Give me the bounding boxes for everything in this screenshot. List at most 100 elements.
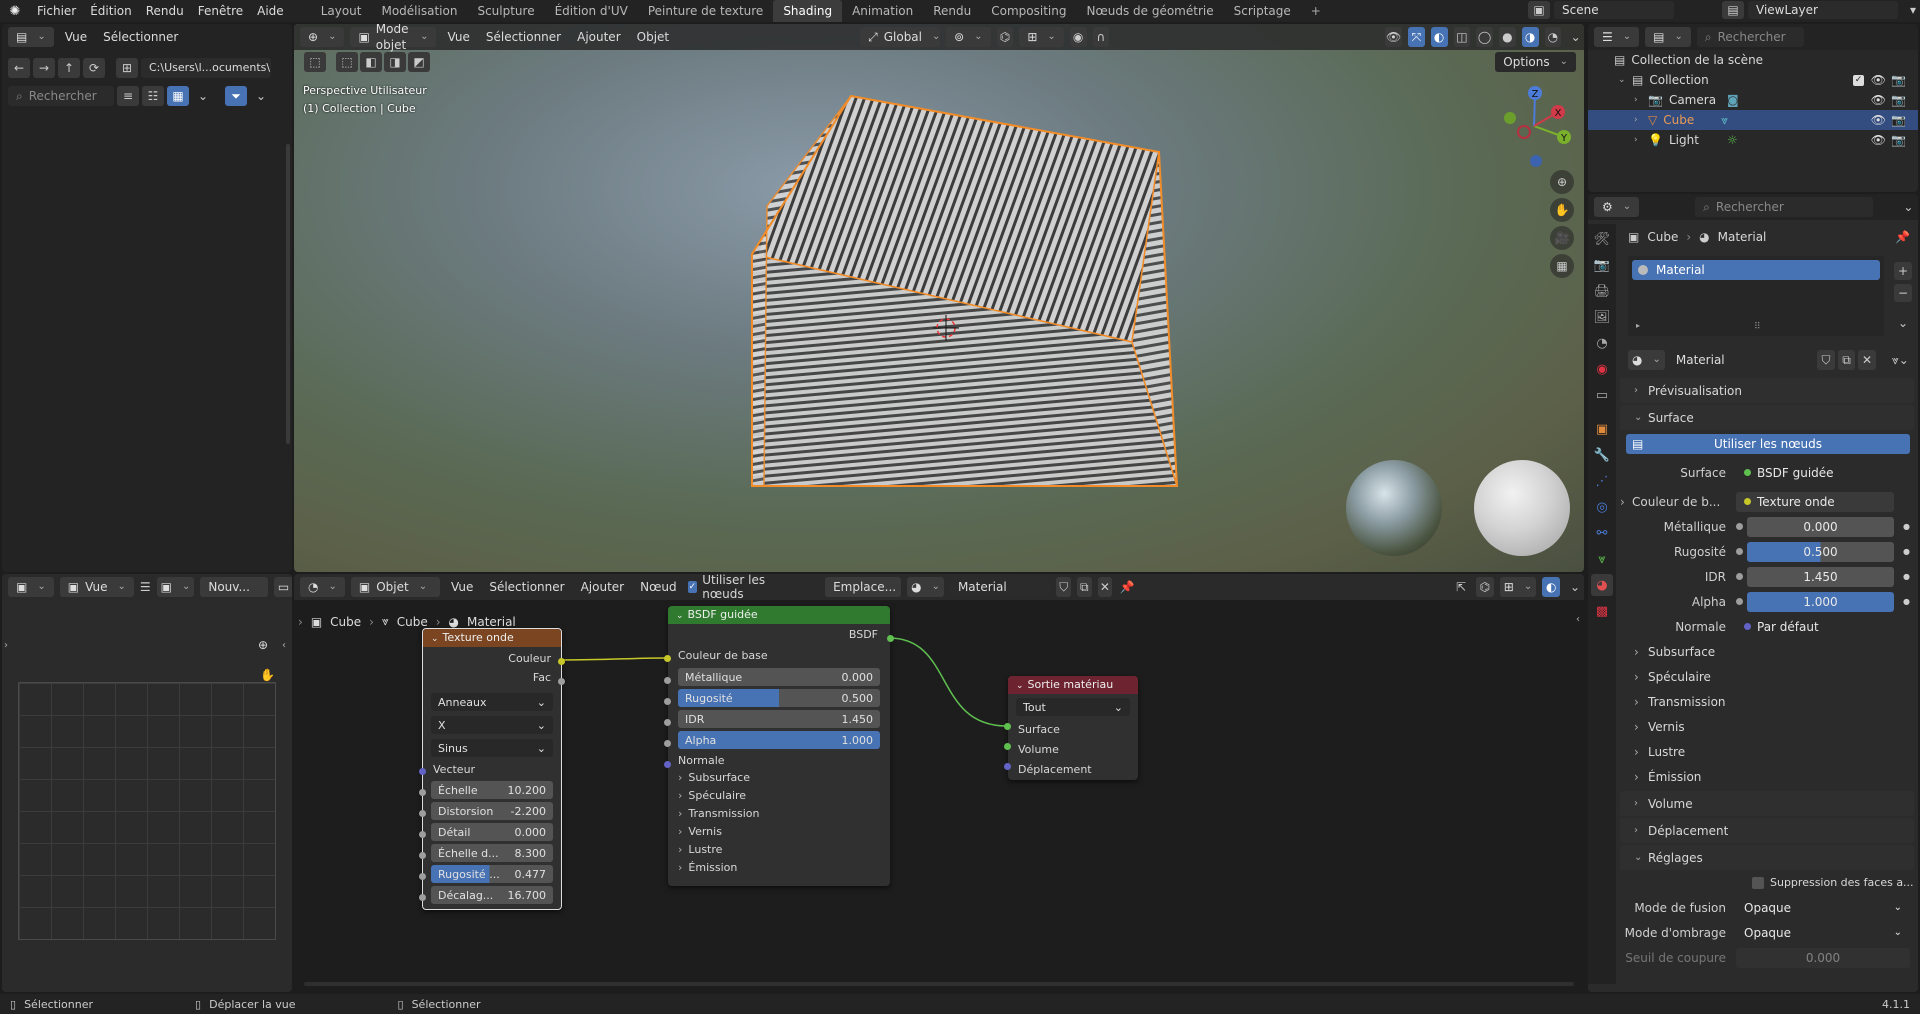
chevron-right-icon[interactable]: › xyxy=(1634,115,1648,125)
subpanel-emission[interactable]: › Émission xyxy=(1616,764,1918,789)
tab-layout[interactable]: Layout xyxy=(311,0,372,22)
tab-scripting[interactable]: Scriptage xyxy=(1224,0,1301,22)
collection-row[interactable]: ⌄ ▤ Collection ✓ 👁 📷 xyxy=(1588,70,1918,90)
node-link-icon[interactable]: ⩔⌄ xyxy=(1887,350,1914,370)
bsdf-roughness-field[interactable]: Rugosité 0.500 xyxy=(678,689,880,707)
camera-view-icon[interactable]: 🎥 xyxy=(1550,226,1574,250)
node-material-output[interactable]: ⌄ Sortie matériau Tout ⌄ Surface Volume Dé… xyxy=(1004,676,1138,780)
outliner-search-input[interactable]: ⌕ Rechercher xyxy=(1696,27,1804,47)
subpanel-coat[interactable]: › Vernis xyxy=(1616,714,1918,739)
node-principled-bsdf[interactable]: ⌄ BSDF guidée BSDF Couleur de base Métall… xyxy=(664,606,894,886)
socket-scale-in[interactable] xyxy=(419,789,426,796)
bsdf-node-header[interactable]: ⌄ BSDF guidée xyxy=(668,606,890,624)
socket-ior-in[interactable] xyxy=(664,719,671,726)
chevron-left-icon[interactable]: ‹ xyxy=(282,640,286,651)
backface-checkbox[interactable] xyxy=(1752,876,1764,889)
camera-render-icon[interactable]: 📷 xyxy=(1891,113,1906,127)
gizmo-neg-x-axis[interactable] xyxy=(1517,125,1531,139)
displacement-panel-header[interactable]: › Déplacement xyxy=(1620,818,1914,843)
tab-sculpture[interactable]: Sculpture xyxy=(467,0,544,22)
blender-logo-icon[interactable]: ✺ xyxy=(0,0,30,22)
volume-panel-header[interactable]: › Volume xyxy=(1620,791,1914,816)
remove-slot-icon[interactable]: − xyxy=(1894,284,1912,302)
refresh-icon[interactable]: ⟳ xyxy=(83,58,105,78)
subpanel-subsurface[interactable]: › Subsurface xyxy=(1616,639,1918,664)
bsdf-panel-sheen[interactable]: › Lustre xyxy=(678,843,890,861)
add-workspace-button[interactable]: + xyxy=(1301,0,1331,22)
surface-shader-field[interactable]: BSDF guidée xyxy=(1736,462,1894,483)
normal-field[interactable]: Par défaut xyxy=(1736,616,1894,637)
socket-detail-scale-in[interactable] xyxy=(419,852,426,859)
camera-render-icon[interactable]: 📷 xyxy=(1891,133,1906,147)
viewlayer-field[interactable]: ViewLayer xyxy=(1748,1,1898,19)
socket-vector-in[interactable] xyxy=(419,768,426,775)
float-socket-icon[interactable] xyxy=(1736,548,1743,555)
settings-panel-header[interactable]: ⌄ Réglages xyxy=(1620,845,1914,870)
surface-panel-header[interactable]: ⌄ Surface xyxy=(1620,405,1914,430)
output-node-header[interactable]: ⌄ Sortie matériau xyxy=(1008,676,1138,694)
keyframe-dot-icon[interactable]: ● xyxy=(1903,597,1910,606)
scene-collection-row[interactable]: ▤ Collection de la scène xyxy=(1588,50,1918,70)
chevron-right-icon[interactable]: › xyxy=(1634,95,1648,105)
socket-distortion-in[interactable] xyxy=(419,810,426,817)
alpha-field[interactable]: 1.000 xyxy=(1747,591,1894,612)
world-tab-icon[interactable]: ◉ xyxy=(1591,358,1613,380)
socket-alpha-in[interactable] xyxy=(664,740,671,747)
gizmo-neg-z-axis[interactable] xyxy=(1530,155,1542,167)
socket-detail-in[interactable] xyxy=(419,831,426,838)
zoom-icon[interactable]: ⊕ xyxy=(1550,170,1574,194)
wave-detail-field[interactable]: Détail 0.000 xyxy=(431,823,553,841)
bsdf-panel-coat[interactable]: › Vernis xyxy=(678,825,890,843)
data-tab-icon[interactable]: ⩔ xyxy=(1591,548,1613,570)
tab-modelisation[interactable]: Modélisation xyxy=(371,0,467,22)
gizmo-neg-y-axis[interactable] xyxy=(1504,112,1516,124)
socket-metallic-in[interactable] xyxy=(664,677,671,684)
scene-icon[interactable]: ▣ xyxy=(1528,1,1550,19)
sort-dropdown-icon[interactable]: ⌄ xyxy=(192,86,214,106)
roughness-field[interactable]: 0.500 xyxy=(1747,541,1894,562)
duplicate-material-icon[interactable]: ⧉ xyxy=(1837,350,1856,370)
tab-compositing[interactable]: Compositing xyxy=(981,0,1076,22)
bsdf-panel-specular[interactable]: › Spéculaire xyxy=(678,789,890,807)
tab-animation[interactable]: Animation xyxy=(842,0,923,22)
pan-hand-icon[interactable]: ✋ xyxy=(260,668,275,682)
unlink-material-icon[interactable]: ✕ xyxy=(1858,350,1876,370)
editor-type-dropdown[interactable]: ▤ xyxy=(8,27,54,47)
bsdf-panel-emission[interactable]: › Émission xyxy=(678,861,890,879)
mesh-data-icon[interactable]: ⩔ xyxy=(1721,113,1728,128)
browse-image-dropdown[interactable]: ▣ xyxy=(156,577,195,597)
menu-edition[interactable]: Édition xyxy=(83,4,139,18)
wave-node-header[interactable]: ⌄ Texture onde xyxy=(423,629,561,647)
bsdf-panel-transmission[interactable]: › Transmission xyxy=(678,807,890,825)
filter-icon[interactable]: ⏷ xyxy=(225,86,247,106)
camera-icon[interactable]: 📷 xyxy=(1891,73,1906,87)
detail-view-icon[interactable]: ☷ xyxy=(142,86,164,106)
thumbnail-view-icon[interactable]: ▦ xyxy=(167,86,189,106)
options-chevron-icon[interactable]: ⌄ xyxy=(1899,197,1918,217)
uv-grid[interactable] xyxy=(18,682,276,940)
outliner-item-camera[interactable]: › 📷 Camera ◙ 👁 📷 xyxy=(1588,90,1918,110)
properties-search-input[interactable]: ⌕ Rechercher xyxy=(1695,197,1873,217)
light-data-icon[interactable]: ☼ xyxy=(1727,133,1738,147)
wave-phase-offset-field[interactable]: Décalag... 16.700 xyxy=(431,886,553,904)
chevron-right-icon[interactable]: › xyxy=(4,640,8,651)
scene-field[interactable]: Scene xyxy=(1554,1,1674,19)
wave-distortion-field[interactable]: Distorsion -2.200 xyxy=(431,802,553,820)
shader-node-editor[interactable]: ◔ ▣ Objet Vue Sélectionner Ajouter Nœud … xyxy=(294,574,1584,992)
parent-dir-icon[interactable]: ↑ xyxy=(58,58,80,78)
fake-user-shield-icon[interactable]: ⛉ xyxy=(1817,350,1835,370)
output-tab-icon[interactable]: 🖨 xyxy=(1591,280,1613,302)
collection-tab-icon[interactable]: ▭ xyxy=(1591,384,1613,406)
bsdf-panel-subsurface[interactable]: › Subsurface xyxy=(678,771,890,789)
bsdf-ior-field[interactable]: IDR 1.450 xyxy=(678,710,880,728)
keyframe-dot-icon[interactable]: ● xyxy=(1903,572,1910,581)
base-color-label-wrap[interactable]: › Couleur de b... xyxy=(1616,495,1736,509)
bsdf-metallic-field[interactable]: Métallique 0.000 xyxy=(678,668,880,686)
socket-roughness-in[interactable] xyxy=(664,698,671,705)
menu-fenetre[interactable]: Fenêtre xyxy=(191,4,250,18)
socket-phase-offset-in[interactable] xyxy=(419,894,426,901)
view-mode-dropdown[interactable]: ▣ Vue xyxy=(59,577,134,597)
pan-hand-icon[interactable]: ✋ xyxy=(1550,198,1574,222)
socket-normal-in[interactable] xyxy=(664,761,671,768)
view-layer-tab-icon[interactable]: 🖼 xyxy=(1591,306,1613,328)
